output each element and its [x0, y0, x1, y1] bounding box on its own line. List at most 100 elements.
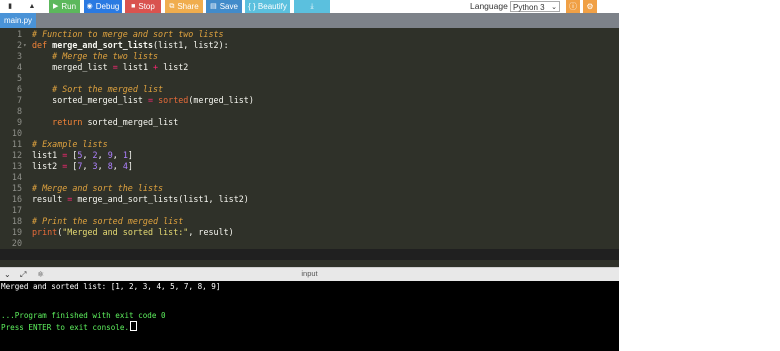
code-text: # Sort the merged list: [32, 84, 163, 95]
code-token: "Merged and sorted list:": [62, 227, 189, 237]
console-prompt-text: Press ENTER to exit console.: [1, 323, 130, 332]
console-cursor: [130, 321, 138, 331]
code-token: , result): [188, 227, 234, 237]
code-token: list2: [158, 62, 189, 72]
input-bar: ⌄ ⤢ ⚛ input: [0, 267, 619, 281]
tab-main-py[interactable]: main.py: [0, 13, 37, 28]
line-number: 1: [16, 29, 22, 39]
line-number: 6: [16, 84, 22, 94]
upload-icon[interactable]: ▲: [26, 0, 38, 13]
beautify-label: { } Beautify: [248, 2, 287, 11]
code-token: def: [32, 40, 53, 50]
debug-icon: ◉: [86, 3, 93, 10]
code-token: list1: [32, 150, 63, 160]
toolbar: ▮ ▲ ▶ Run ◉ Debug ■ Stop ⧉ Share ▤ Save …: [0, 0, 619, 13]
active-line-highlight: [0, 249, 619, 260]
code-token: list1: [117, 62, 154, 72]
beautify-button[interactable]: { } Beautify: [245, 0, 290, 13]
code-line[interactable]: 4 merged_list = list1 + list2: [0, 62, 619, 73]
save-icon: ▤: [210, 3, 217, 10]
share-button[interactable]: ⧉ Share: [165, 0, 203, 13]
gear-icon: ⚙: [586, 2, 594, 11]
share-icon: ⧉: [169, 3, 175, 10]
code-line[interactable]: 8: [0, 106, 619, 117]
code-text: list1 = [5, 2, 9, 1]: [32, 150, 133, 161]
new-file-icon[interactable]: ▮: [4, 0, 16, 13]
line-number: 17: [11, 205, 22, 215]
code-line[interactable]: 19 print("Merged and sorted list:", resul…: [0, 227, 619, 238]
debug-button[interactable]: ◉ Debug: [84, 0, 122, 13]
line-number: 11: [11, 139, 22, 149]
code-line[interactable]: 1 # Function to merge and sort two lists: [0, 29, 619, 40]
info-button[interactable]: ⓘ: [566, 0, 580, 13]
code-line[interactable]: 10: [0, 128, 619, 139]
line-number: 14: [11, 172, 22, 182]
code-token: ,: [97, 150, 108, 160]
code-text: result = merge_and_sort_lists(list1, lis…: [32, 194, 249, 205]
code-token: merged_list: [32, 62, 113, 72]
console-finished-line: ...Program finished with exit code 0: [1, 311, 166, 320]
code-token: # Sort the merged list: [32, 84, 164, 94]
code-line[interactable]: 18 # Print the sorted merged list: [0, 216, 619, 227]
code-token: sorted: [158, 95, 189, 105]
code-editor[interactable]: 1 # Function to merge and sort two lists 2…: [0, 28, 619, 267]
share-label: Share: [177, 2, 199, 11]
line-number: 15: [11, 183, 22, 193]
code-line[interactable]: 15 # Merge and sort the lists: [0, 183, 619, 194]
code-line[interactable]: 20: [0, 238, 619, 249]
input-label[interactable]: input: [0, 268, 619, 280]
code-line[interactable]: 9 return sorted_merged_list: [0, 117, 619, 128]
console-output-line: Merged and sorted list: [1, 2, 3, 4, 5, …: [1, 282, 221, 291]
code-line[interactable]: 16 result = merge_and_sort_lists(list1, l…: [0, 194, 619, 205]
code-token: list2: [32, 161, 63, 171]
code-token: [: [67, 150, 78, 160]
code-line[interactable]: 6 # Sort the merged list: [0, 84, 619, 95]
debug-label: Debug: [95, 2, 120, 11]
code-token: return: [52, 117, 83, 127]
code-text: list2 = [7, 3, 8, 4]: [32, 161, 133, 172]
stop-button[interactable]: ■ Stop: [125, 0, 161, 13]
code-token: # Function to merge and sort two lists: [32, 29, 224, 39]
play-icon: ▶: [52, 3, 59, 10]
code-text: merged_list = list1 + list2: [32, 62, 188, 73]
line-number: 19: [11, 227, 22, 237]
run-button[interactable]: ▶ Run: [49, 0, 80, 13]
code-line[interactable]: 17: [0, 205, 619, 216]
language-select[interactable]: Python 3 ⌄: [510, 1, 560, 12]
console-output[interactable]: Merged and sorted list: [1, 2, 3, 4, 5, …: [0, 281, 619, 351]
fold-arrow-icon[interactable]: ▾: [23, 40, 27, 51]
settings-button[interactable]: ⚙: [583, 0, 597, 13]
code-token: ,: [112, 161, 123, 171]
line-number: 16: [11, 194, 22, 204]
code-line[interactable]: 5: [0, 73, 619, 84]
line-number: 10: [11, 128, 22, 138]
stop-icon: ■: [131, 3, 136, 10]
language-label: Language: [470, 1, 508, 11]
code-text: return sorted_merged_list: [32, 117, 178, 128]
line-number: 2: [16, 40, 22, 50]
line-number: 12: [11, 150, 22, 160]
line-number: 20: [11, 238, 22, 248]
code-line[interactable]: 11 # Example lists: [0, 139, 619, 150]
code-line[interactable]: 3 # Merge the two lists: [0, 51, 619, 62]
download-button[interactable]: ⤓: [294, 0, 330, 13]
line-number: 9: [16, 117, 22, 127]
code-token: result: [32, 194, 68, 204]
code-line[interactable]: 2 ▾ def merge_and_sort_lists(list1, list2)…: [0, 40, 619, 51]
save-button[interactable]: ▤ Save: [206, 0, 242, 13]
console-prompt-line: Press ENTER to exit console.: [1, 321, 138, 333]
code-token: merge_and_sort_lists(list1, list2): [72, 194, 249, 204]
code-text: # Function to merge and sort two lists: [32, 29, 224, 40]
code-line[interactable]: 13 list2 = [7, 3, 8, 4]: [0, 161, 619, 172]
line-number: 5: [16, 73, 22, 83]
code-token: ,: [97, 161, 108, 171]
code-token: # Merge and sort the lists: [32, 183, 164, 193]
line-number: 18: [11, 216, 22, 226]
code-token: [: [67, 161, 78, 171]
code-token: sorted_merged_list: [32, 95, 148, 105]
code-line[interactable]: 14: [0, 172, 619, 183]
info-icon: ⓘ: [569, 2, 577, 11]
code-line[interactable]: 12 list1 = [5, 2, 9, 1]: [0, 150, 619, 161]
code-token: ]: [127, 150, 133, 160]
code-line[interactable]: 7 sorted_merged_list = sorted(merged_lis…: [0, 95, 619, 106]
